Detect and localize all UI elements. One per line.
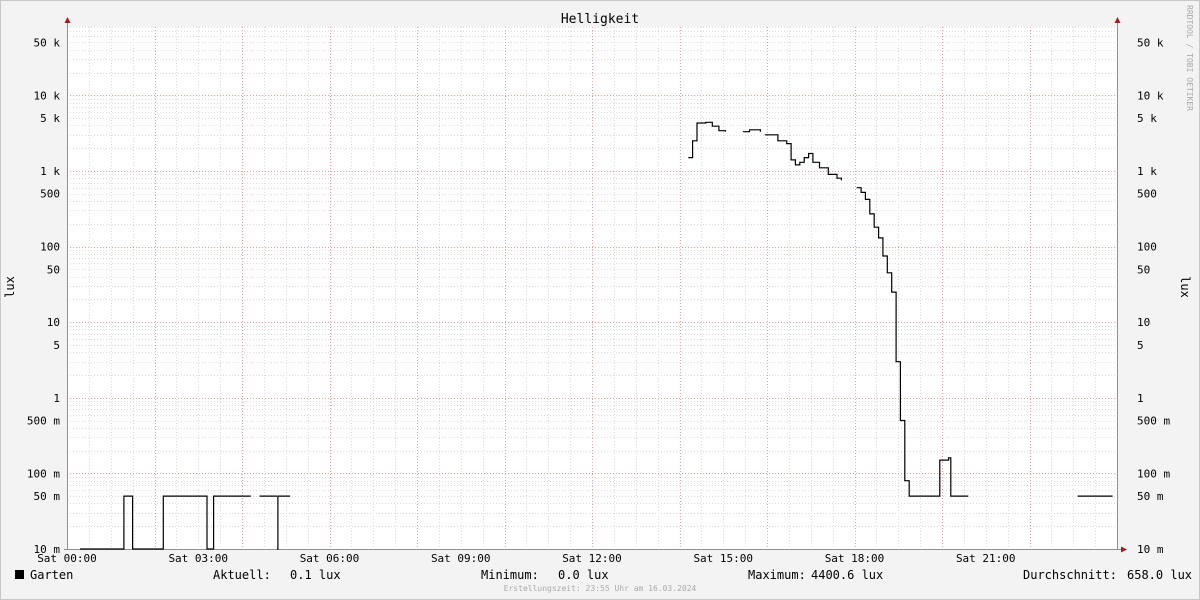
legend-swatch <box>15 570 24 579</box>
y-tick-label-left: 10 k <box>34 89 61 102</box>
maximum-label: Maximum: <box>748 568 806 582</box>
x-tick-labels: Sat 00:00 Sat 03:00 Sat 06:00 Sat 09:00 Sat … <box>37 552 1015 565</box>
y-tick-label-left: 10 <box>47 316 60 329</box>
y-tick-label-left: 500 m <box>27 415 60 428</box>
y-tick-label-right: 100 m <box>1137 467 1170 480</box>
y-tick-label-left: 5 <box>53 339 60 352</box>
y-tick-labels-right: 50 k 10 k 5 k 1 k 500 100 50 10 5 1 500 m 100 m 50 m… <box>1137 36 1170 556</box>
y-tick-label-right: 50 k <box>1137 36 1164 49</box>
creation-time: Erstellungszeit: 23:55 Uhr am 16.03.2024 <box>504 584 697 593</box>
y-tick-labels-left: 50 k 10 k 5 k 1 k 500 100 50 10 5 1 500 m 100 m 50 m… <box>27 36 60 556</box>
y-tick-label-left: 50 m <box>34 490 61 503</box>
watermark: RRDTOOL / TOBI OETIKER <box>1185 5 1194 111</box>
y-tick-label-right: 1 k <box>1137 165 1157 178</box>
x-tick-label: Sat 15:00 <box>693 552 753 565</box>
y-axis-title-right: lux <box>1178 276 1192 298</box>
y-tick-label-right: 100 <box>1137 241 1157 254</box>
y-tick-label-left: 50 k <box>34 36 61 49</box>
y-axis-title-left: lux <box>3 276 17 298</box>
x-tick-label: Sat 03:00 <box>168 552 228 565</box>
legend-label: Garten <box>30 568 73 582</box>
minimum-value: 0.0 lux <box>558 568 609 582</box>
y-tick-label-right: 10 <box>1137 316 1150 329</box>
y-tick-label-right: 5 <box>1137 339 1144 352</box>
y-tick-label-left: 1 <box>53 392 60 405</box>
chart: 50 k 10 k 5 k 1 k 500 100 50 10 5 1 500 m 100 m 50 m… <box>3 5 1194 593</box>
x-tick-label: Sat 21:00 <box>956 552 1016 565</box>
y-tick-label-right: 1 <box>1137 392 1144 405</box>
y-tick-label-right: 50 <box>1137 263 1150 276</box>
y-axis-arrow-left <box>64 17 71 23</box>
x-tick-label: Sat 06:00 <box>300 552 360 565</box>
current-value: 0.1 lux <box>290 568 341 582</box>
y-axis-arrow-right <box>1114 17 1121 23</box>
average-label: Durchschnitt: <box>1023 568 1117 582</box>
y-tick-label-right: 10 k <box>1137 89 1164 102</box>
y-tick-label-right: 5 k <box>1137 112 1157 125</box>
average-value: 658.0 lux <box>1127 568 1192 582</box>
y-tick-label-left: 1 k <box>40 165 60 178</box>
x-tick-label: Sat 00:00 <box>37 552 97 565</box>
y-tick-label-left: 50 <box>47 263 60 276</box>
minimum-label: Minimum: <box>481 568 539 582</box>
y-tick-label-right: 50 m <box>1137 490 1164 503</box>
current-label: Aktuell: <box>213 568 271 582</box>
x-axis-arrow <box>1121 546 1127 553</box>
y-tick-label-left: 5 k <box>40 112 60 125</box>
y-tick-label-left: 500 <box>40 188 60 201</box>
maximum-value: 4400.6 lux <box>811 568 883 582</box>
y-tick-label-left: 100 <box>40 241 60 254</box>
y-tick-label-right: 500 m <box>1137 415 1170 428</box>
x-tick-label: Sat 12:00 <box>562 552 622 565</box>
x-tick-label: Sat 18:00 <box>825 552 885 565</box>
y-tick-label-right: 10 m <box>1137 543 1164 556</box>
y-tick-label-left: 100 m <box>27 467 60 480</box>
x-tick-label: Sat 09:00 <box>431 552 491 565</box>
chart-title: Helligkeit <box>561 12 639 27</box>
y-tick-label-right: 500 <box>1137 188 1157 201</box>
